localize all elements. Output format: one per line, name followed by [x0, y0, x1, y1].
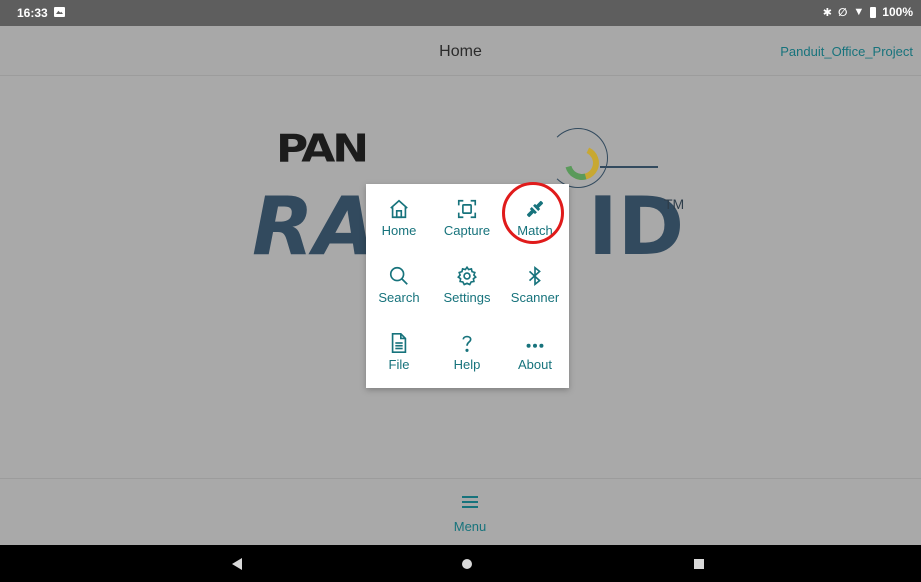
more-icon	[526, 343, 544, 348]
logo-main-left: RA	[252, 180, 376, 273]
help-icon	[462, 335, 472, 352]
project-name[interactable]: Panduit_Office_Project	[780, 44, 913, 59]
menu-item-label: Settings	[443, 290, 491, 305]
menu-item-file[interactable]: File	[366, 328, 432, 388]
vibrate-off-icon: ∅	[837, 6, 848, 19]
menu-item-home[interactable]: Home	[366, 194, 432, 254]
bottom-bar: Menu	[0, 478, 921, 546]
menu-item-help[interactable]: Help	[434, 328, 500, 388]
menu-item-label: File	[388, 357, 410, 372]
bluetooth-status-icon: ✱	[822, 6, 832, 19]
home-nav-icon[interactable]	[462, 559, 472, 569]
back-icon[interactable]	[232, 558, 242, 570]
image-notification-icon	[54, 7, 65, 17]
battery-icon	[870, 6, 877, 18]
hamburger-icon	[462, 496, 478, 508]
menu-item-capture[interactable]: Capture	[434, 194, 500, 254]
status-time: 16:33	[17, 6, 48, 20]
logo-main-right: ID	[588, 180, 685, 273]
logo-pan-text: PAN	[276, 127, 369, 171]
logo-trademark: TM	[664, 196, 685, 212]
menu-item-about[interactable]: About	[502, 328, 568, 388]
system-nav-bar	[0, 545, 921, 582]
menu-item-label: Home	[381, 223, 417, 238]
home-icon	[390, 199, 408, 219]
menu-item-settings[interactable]: Settings	[434, 261, 500, 321]
menu-item-label: Capture	[443, 223, 491, 238]
battery-level: 100%	[882, 5, 913, 19]
menu-label: Menu	[453, 519, 487, 534]
menu-item-scanner[interactable]: Scanner	[502, 261, 568, 321]
gear-icon	[457, 265, 477, 286]
app-bar: Home Panduit_Office_Project	[0, 26, 921, 76]
bluetooth-icon	[528, 266, 541, 286]
status-icons: ✱ ∅ ▼ 100%	[823, 5, 913, 19]
recent-apps-icon[interactable]	[694, 559, 704, 569]
menu-button[interactable]: Menu	[440, 495, 500, 534]
wifi-icon: ▼	[853, 6, 865, 18]
search-icon	[389, 266, 408, 285]
menu-item-label: About	[518, 357, 552, 372]
menu-item-label: Scanner	[510, 290, 560, 305]
menu-item-label: Help	[453, 357, 481, 372]
file-icon	[391, 333, 407, 353]
menu-item-search[interactable]: Search	[366, 261, 432, 321]
menu-item-label: Search	[378, 290, 420, 305]
logo-line	[600, 166, 658, 168]
status-bar: 16:33 ✱ ∅ ▼ 100%	[0, 0, 921, 26]
capture-icon	[457, 199, 477, 219]
highlight-circle	[502, 182, 564, 244]
